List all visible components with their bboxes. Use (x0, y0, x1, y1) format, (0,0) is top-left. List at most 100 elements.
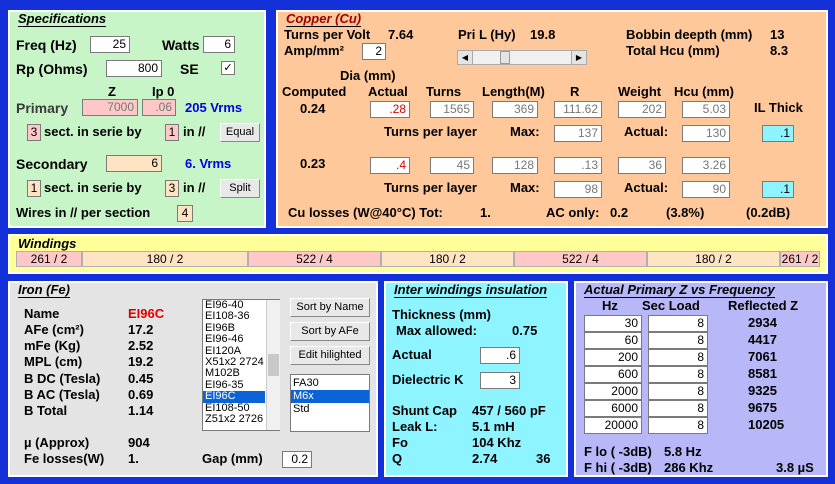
material-list-item[interactable]: Std (291, 403, 369, 416)
winding-segment: 261 / 2 (16, 251, 82, 267)
amp-label: Amp/mm² (284, 43, 344, 58)
freq-load-input[interactable]: 8 (648, 400, 708, 417)
row1-il-thick-input[interactable]: .1 (762, 125, 794, 142)
freq-hz-input[interactable]: 30 (584, 315, 642, 332)
secondary-sections-input[interactable]: 1 (27, 180, 41, 197)
fo-value: 104 Khz (472, 435, 522, 450)
freq-hz-input[interactable]: 6000 (584, 400, 642, 417)
bobbin-value: 13 (770, 27, 785, 42)
frequency-title: Actual Primary Z vs Frequency (584, 282, 775, 298)
freq-load-input[interactable]: 8 (648, 417, 708, 434)
hz-header: Hz (602, 298, 618, 313)
winding-segment: 522 / 4 (248, 251, 381, 267)
scroll-thumb[interactable] (500, 51, 510, 64)
copper-title: Copper (Cu) (286, 11, 362, 27)
freq-reflected-z: 8581 (748, 366, 777, 381)
se-checkbox[interactable]: ✓ (221, 61, 235, 75)
row1-length: 369 (492, 101, 538, 118)
row1-actual-label: Actual: (624, 124, 669, 139)
watts-input[interactable]: 6 (203, 36, 235, 53)
primary-z-input[interactable]: 7000 (82, 99, 138, 116)
pri-l-scrollbar[interactable]: ◀ ▶ (457, 50, 587, 65)
q-label: Q (392, 451, 403, 466)
row1-hcu: 5.03 (682, 101, 730, 118)
il-thick-header: IL Thick (754, 100, 803, 115)
row1-actual-input[interactable]: .28 (370, 101, 410, 118)
insulation-actual-label: Actual (392, 347, 432, 362)
freq-load-input[interactable]: 8 (648, 366, 708, 383)
gap-input[interactable]: 0.2 (282, 451, 312, 468)
split-button[interactable]: Split (220, 179, 260, 198)
bdc-label: B DC (Tesla) (24, 371, 101, 386)
amp-input[interactable]: 2 (362, 43, 386, 60)
core-name-label: Name (24, 306, 60, 321)
iron-panel: Iron (Fe) Name EI96C AFe (cm²) 17.2 mFe … (8, 281, 378, 477)
bdc-value: 0.45 (128, 371, 154, 386)
equal-button[interactable]: Equal (220, 123, 260, 142)
sort-by-name-button[interactable]: Sort by Name (290, 298, 370, 317)
row1-max-label: Max: (510, 124, 540, 139)
core-list-item[interactable]: EI96C (203, 390, 265, 403)
material-list-item[interactable]: FA30 (291, 377, 369, 390)
freq-load-input[interactable]: 8 (648, 349, 708, 366)
total-hcu-label: Total Hcu (mm) (626, 43, 720, 58)
core-list-scrollbar[interactable] (266, 300, 280, 430)
row2-tpl-max: 98 (554, 181, 602, 198)
row2-actual-input[interactable]: .4 (370, 157, 410, 174)
insulation-title: Inter windings insulation (394, 282, 548, 298)
pri-l-value: 19.8 (530, 27, 556, 42)
freq-load-input[interactable]: 8 (648, 332, 708, 349)
freq-hz-input[interactable]: 2000 (584, 383, 642, 400)
cu-losses-total: 1. (480, 205, 491, 220)
freq-hz-input[interactable]: 60 (584, 332, 642, 349)
freq-input[interactable]: 25 (90, 36, 130, 53)
primary-sections-input[interactable]: 3 (27, 124, 41, 141)
row2-il-thick-input[interactable]: .1 (762, 181, 794, 198)
mfe-label: mFe (Kg) (24, 338, 81, 353)
freq-hz-input[interactable]: 200 (584, 349, 642, 366)
core-list-item[interactable]: Z51x2 2726 (203, 413, 265, 425)
rp-input[interactable]: 800 (106, 60, 162, 77)
scroll-left-arrow-icon[interactable]: ◀ (458, 51, 473, 64)
insulation-actual-input[interactable]: .6 (480, 347, 520, 364)
freq-load-input[interactable]: 8 (648, 315, 708, 332)
actual-header: Actual (368, 84, 408, 99)
q-value: 2.74 (472, 451, 498, 466)
freq-load-input[interactable]: 8 (648, 383, 708, 400)
mfe-value: 2.52 (128, 338, 154, 353)
row2-turns: 45 (430, 157, 474, 174)
freq-reflected-z: 9325 (748, 383, 777, 398)
primary-ip-input[interactable]: .06 (142, 99, 176, 116)
sort-by-afe-button[interactable]: Sort by AFe (290, 322, 370, 341)
ac-only-value: 0.2 (610, 205, 629, 220)
windings-title: Windings (18, 236, 77, 252)
secondary-z-input[interactable]: 6 (106, 155, 162, 172)
primary-parallel-input[interactable]: 1 (165, 124, 179, 141)
shunt-cap-value: 457 / 560 pF (472, 403, 546, 418)
edit-highlighted-button[interactable]: Edit hilighted (290, 346, 370, 365)
core-list-thumb[interactable] (268, 354, 279, 376)
wires-input[interactable]: 4 (177, 205, 193, 222)
scroll-right-arrow-icon[interactable]: ▶ (571, 51, 586, 64)
length-header: Length(M) (482, 84, 545, 99)
flo-value: 5.8 Hz (664, 444, 702, 459)
sec-load-header: Sec Load (642, 298, 700, 313)
winding-segment: 180 / 2 (381, 251, 514, 267)
ac-only-label: AC only: (546, 205, 600, 220)
secondary-parallel-input[interactable]: 3 (165, 180, 179, 197)
core-list-item[interactable]: EI96-46 (203, 333, 265, 345)
material-listbox[interactable]: FA30 M6x Std (290, 374, 370, 432)
material-list-item[interactable]: M6x (291, 390, 369, 403)
dielectric-input[interactable]: 3 (480, 372, 520, 389)
winding-segment: 261 / 2 (780, 251, 820, 267)
freq-label: Freq (Hz) (16, 37, 77, 53)
btotal-value: 1.14 (128, 403, 154, 418)
max-allowed-value: 0.75 (512, 323, 538, 338)
freq-hz-input[interactable]: 600 (584, 366, 642, 383)
freq-reflected-z: 2934 (748, 315, 777, 330)
fo-label: Fo (392, 435, 408, 450)
freq-hz-input[interactable]: 20000 (584, 417, 642, 434)
bobbin-label: Bobbin deepth (mm) (626, 27, 753, 42)
rp-label: Rp (Ohms) (16, 61, 88, 77)
afe-value: 17.2 (128, 322, 154, 337)
